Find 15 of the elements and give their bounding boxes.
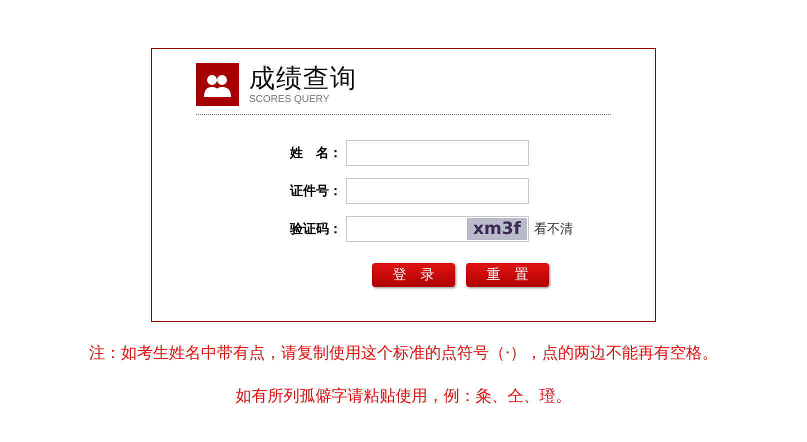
refresh-link[interactable]: 看不清 (534, 220, 573, 238)
users-icon (196, 63, 239, 106)
reset-button[interactable]: 重 置 (466, 263, 549, 287)
input-field[interactable] (346, 178, 529, 204)
field-label: 验证码： (288, 221, 342, 238)
note-text: 如有所列孤僻字请粘贴使用，例：粂、仝、璒。 (236, 386, 572, 407)
field-label: 证件号： (288, 183, 342, 200)
input-field[interactable] (346, 140, 529, 166)
note-text: 注：如考生姓名中带有点，请复制使用这个标准的点符号（·），点的两边不能再有空格。 (88, 343, 718, 364)
page-title: 成绩查询 (249, 64, 357, 94)
field-label: 姓 名： (288, 145, 342, 162)
page-subtitle: SCORES QUERY (249, 94, 330, 105)
captcha-field[interactable]: xm3f (346, 216, 529, 242)
login-button[interactable]: 登 录 (372, 263, 455, 287)
captcha-image[interactable]: xm3f (467, 218, 527, 240)
